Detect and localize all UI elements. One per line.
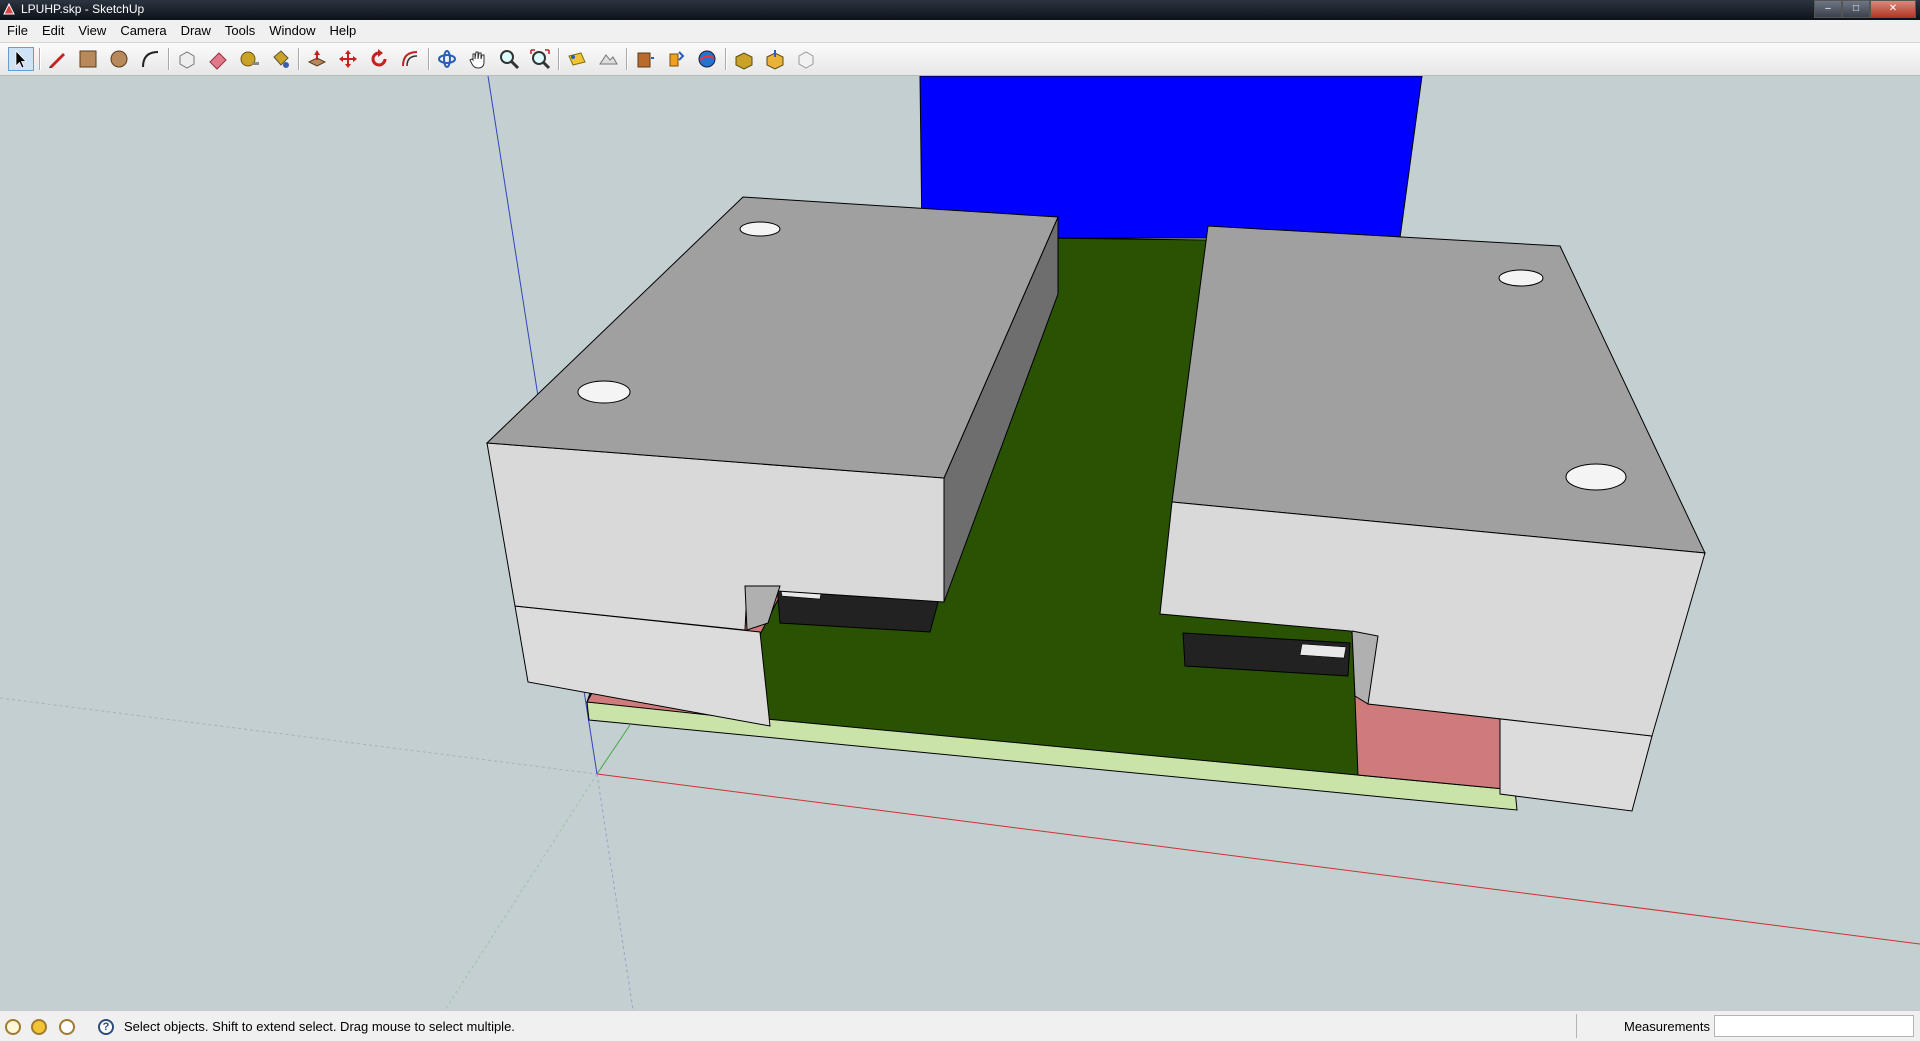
menu-draw[interactable]: Draw	[174, 20, 218, 42]
zoom-icon[interactable]	[496, 47, 522, 71]
minimize-icon[interactable]: –	[1814, 0, 1842, 18]
maximize-icon[interactable]: □	[1842, 0, 1870, 18]
zoom-extents-icon[interactable]	[527, 47, 553, 71]
push-pull-icon[interactable]	[304, 47, 330, 71]
status-bar: ? Select objects. Shift to extend select…	[0, 1010, 1920, 1041]
circle-icon[interactable]	[106, 47, 132, 71]
eraser-icon[interactable]	[205, 47, 231, 71]
extension-warehouse-icon[interactable]	[793, 47, 819, 71]
paint-bucket-icon[interactable]	[267, 47, 293, 71]
add-location-icon[interactable]	[564, 47, 590, 71]
close-icon[interactable]: ✕	[1870, 0, 1916, 18]
share-component-icon[interactable]	[762, 47, 788, 71]
left-screw-hole-front	[577, 380, 631, 404]
menu-window[interactable]: Window	[262, 20, 322, 42]
right-screw-hole-back	[1498, 269, 1544, 287]
measurements-input[interactable]	[1714, 1015, 1914, 1037]
offset-icon[interactable]	[397, 47, 423, 71]
menu-bar: File Edit View Camera Draw Tools Window …	[0, 20, 1920, 43]
green-axis	[596, 724, 631, 775]
blue-axis-hidden	[596, 773, 634, 1010]
share-model-icon[interactable]	[663, 47, 689, 71]
window-title: LPUHP.skp - SketchUp	[21, 2, 145, 16]
menu-help[interactable]: Help	[323, 20, 364, 42]
get-components-icon[interactable]	[731, 47, 757, 71]
menu-camera[interactable]: Camera	[113, 20, 173, 42]
orbit-icon[interactable]	[434, 47, 460, 71]
geolocation-icon[interactable]	[5, 1019, 21, 1035]
menu-tools[interactable]: Tools	[218, 20, 262, 42]
help-question-icon[interactable]: ?	[98, 1019, 114, 1035]
measurements-divider	[1576, 1014, 1577, 1038]
toggle-terrain-icon[interactable]	[595, 47, 621, 71]
pencil-line-icon[interactable]	[44, 47, 70, 71]
status-message: Select objects. Shift to extend select. …	[124, 1019, 515, 1034]
measurements-label: Measurements	[1624, 1019, 1710, 1034]
select-arrow-icon[interactable]	[8, 47, 34, 71]
user-icon[interactable]	[59, 1019, 75, 1035]
google-earth-icon[interactable]	[694, 47, 720, 71]
menu-edit[interactable]: Edit	[35, 20, 71, 42]
left-screw-hole-back	[739, 221, 781, 237]
move-icon[interactable]	[335, 47, 361, 71]
sketchup-app-icon	[3, 2, 15, 15]
make-component-icon[interactable]	[174, 47, 200, 71]
rotate-icon[interactable]	[366, 47, 392, 71]
menu-view[interactable]: View	[71, 20, 113, 42]
pan-hand-icon[interactable]	[465, 47, 491, 71]
red-axis-hidden	[0, 697, 598, 775]
arc-icon[interactable]	[137, 47, 163, 71]
get-models-icon[interactable]	[632, 47, 658, 71]
main-toolbar	[0, 43, 1920, 76]
model-scene	[0, 76, 1920, 1010]
title-bar: LPUHP.skp - SketchUp – □ ✕	[0, 0, 1920, 20]
right-housing-side	[1171, 225, 1706, 554]
tape-measure-icon[interactable]	[236, 47, 262, 71]
red-axis	[596, 773, 1920, 945]
credits-icon[interactable]	[31, 1019, 47, 1035]
green-axis-hidden	[444, 773, 598, 1010]
window-controls: – □ ✕	[1814, 0, 1916, 18]
menu-file[interactable]: File	[0, 20, 35, 42]
rectangle-icon[interactable]	[75, 47, 101, 71]
right-screw-hole-front	[1565, 463, 1627, 491]
3d-viewport[interactable]	[0, 76, 1920, 1010]
